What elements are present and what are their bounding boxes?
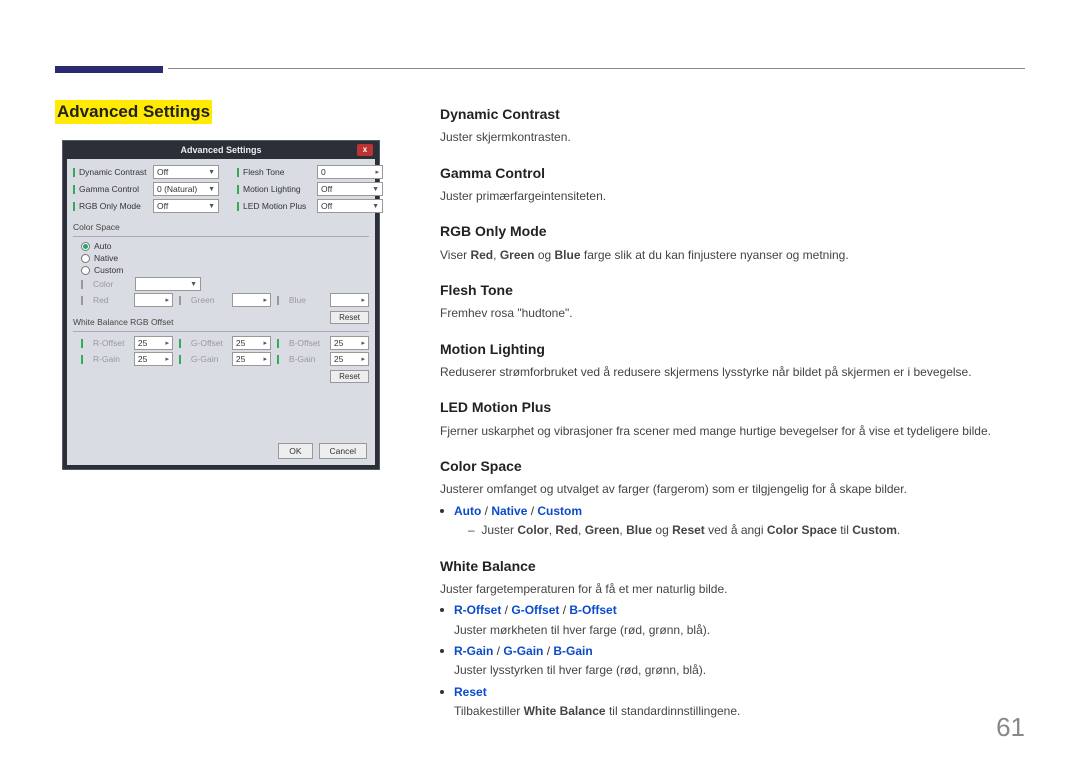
row-wb-gain: R-Gain 25▸ G-Gain 25▸ B-Gain 25▸ bbox=[81, 352, 369, 366]
wb-reset-desc: Tilbakestiller White Balance til standar… bbox=[454, 703, 740, 720]
row-led-motion: LED Motion Plus Off▼ bbox=[237, 199, 383, 213]
section-color-space: Color Space bbox=[73, 222, 369, 232]
bullet-icon bbox=[440, 649, 444, 653]
radio-native[interactable]: Native bbox=[81, 253, 369, 263]
select-r-offset[interactable]: 25▸ bbox=[134, 336, 173, 350]
radio-dot-icon bbox=[81, 242, 90, 251]
bullet-icon bbox=[440, 690, 444, 694]
p-gamma-control: Juster primærfargeintensiteten. bbox=[440, 188, 1020, 205]
h-dynamic-contrast: Dynamic Contrast bbox=[440, 104, 1020, 124]
wb-gain-desc: Juster lysstyrken til hver farge (rød, g… bbox=[454, 662, 706, 679]
advanced-settings-dialog: Advanced Settings x Dynamic Contrast Off… bbox=[62, 140, 380, 470]
select-b-offset[interactable]: 25▸ bbox=[330, 336, 369, 350]
p-flesh-tone: Fremhev rosa "hudtone". bbox=[440, 305, 1020, 322]
radio-auto[interactable]: Auto bbox=[81, 241, 369, 251]
select-g-offset[interactable]: 25▸ bbox=[232, 336, 271, 350]
label-motion-lighting: Motion Lighting bbox=[243, 184, 317, 194]
reset-wb-button[interactable]: Reset bbox=[330, 370, 369, 383]
h-motion-lighting: Motion Lighting bbox=[440, 339, 1020, 359]
content-column: Dynamic Contrast Juster skjermkontrasten… bbox=[440, 100, 1020, 721]
chevron-down-icon: ▼ bbox=[372, 186, 379, 193]
cancel-button[interactable]: Cancel bbox=[319, 443, 367, 459]
h-flesh-tone: Flesh Tone bbox=[440, 280, 1020, 300]
dialog-title: Advanced Settings bbox=[180, 145, 261, 155]
cs-subnote: ‒ Juster Color, Red, Green, Blue og Rese… bbox=[468, 522, 900, 539]
select-gamma-control[interactable]: 0 (Natural)▼ bbox=[153, 182, 219, 196]
chevron-down-icon: ▼ bbox=[208, 186, 215, 193]
label-gamma-control: Gamma Control bbox=[79, 184, 153, 194]
p-rgb-only: Viser Red, Green og Blue farge slik at d… bbox=[440, 247, 1020, 264]
select-cs-green[interactable]: ▸ bbox=[232, 293, 271, 307]
chevron-down-icon: ▼ bbox=[208, 203, 215, 210]
p-white-balance: Juster fargetemperaturen for å få et mer… bbox=[440, 581, 1020, 598]
dialog-body: Dynamic Contrast Off▼ Gamma Control 0 (N… bbox=[67, 159, 375, 465]
row-motion-lighting: Motion Lighting Off▼ bbox=[237, 182, 383, 196]
row-flesh-tone: Flesh Tone 0▸ bbox=[237, 165, 383, 179]
radio-dot-icon bbox=[81, 266, 90, 275]
label-flesh-tone: Flesh Tone bbox=[243, 167, 317, 177]
section-wb: White Balance RGB Offset bbox=[73, 317, 369, 327]
p-color-space: Justerer omfanget og utvalget av farger … bbox=[440, 481, 1020, 498]
header-rule bbox=[168, 68, 1025, 69]
h-gamma-control: Gamma Control bbox=[440, 163, 1020, 183]
row-rgb-only: RGB Only Mode Off▼ bbox=[73, 199, 219, 213]
row-dynamic-contrast: Dynamic Contrast Off▼ bbox=[73, 165, 219, 179]
bullet-icon bbox=[440, 608, 444, 612]
row-cs-color: Color ▼ bbox=[81, 277, 369, 291]
wb-offset-desc: Juster mørkheten til hver farge (rød, gr… bbox=[454, 622, 710, 639]
label-dynamic-contrast: Dynamic Contrast bbox=[79, 167, 153, 177]
close-icon[interactable]: x bbox=[357, 144, 373, 156]
select-r-gain[interactable]: 25▸ bbox=[134, 352, 173, 366]
header-accent-bar bbox=[55, 66, 163, 73]
label-led-motion: LED Motion Plus bbox=[243, 201, 317, 211]
h-rgb-only: RGB Only Mode bbox=[440, 221, 1020, 241]
chevron-down-icon: ▼ bbox=[190, 281, 197, 288]
select-cs-red[interactable]: ▸ bbox=[134, 293, 173, 307]
p-motion-lighting: Reduserer strømforbruket ved å redusere … bbox=[440, 364, 1020, 381]
row-cs-rgb: Red ▸ Green ▸ Blue ▸ bbox=[81, 293, 369, 307]
h-white-balance: White Balance bbox=[440, 556, 1020, 576]
row-wb-offset: R-Offset 25▸ G-Offset 25▸ B-Offset 25▸ bbox=[81, 336, 369, 350]
bullet-wb-offset: R-Offset / G-Offset / B-Offset Juster mø… bbox=[440, 602, 1020, 639]
radio-custom[interactable]: Custom bbox=[81, 265, 369, 275]
select-motion-lighting[interactable]: Off▼ bbox=[317, 182, 383, 196]
p-led-motion-plus: Fjerner uskarphet og vibrasjoner fra sce… bbox=[440, 423, 1020, 440]
select-flesh-tone[interactable]: 0▸ bbox=[317, 165, 383, 179]
bullet-wb-gain: R-Gain / G-Gain / B-Gain Juster lysstyrk… bbox=[440, 643, 1020, 680]
select-cs-blue[interactable]: ▸ bbox=[330, 293, 369, 307]
chevron-down-icon: ▼ bbox=[372, 203, 379, 210]
chevron-down-icon: ▼ bbox=[208, 169, 215, 176]
label-rgb-only: RGB Only Mode bbox=[79, 201, 153, 211]
ok-button[interactable]: OK bbox=[278, 443, 312, 459]
radio-dot-icon bbox=[81, 254, 90, 263]
select-g-gain[interactable]: 25▸ bbox=[232, 352, 271, 366]
page-number: 61 bbox=[996, 712, 1025, 743]
h-color-space: Color Space bbox=[440, 456, 1020, 476]
chevron-right-icon: ▸ bbox=[375, 168, 379, 176]
select-rgb-only[interactable]: Off▼ bbox=[153, 199, 219, 213]
select-dynamic-contrast[interactable]: Off▼ bbox=[153, 165, 219, 179]
select-cs-color[interactable]: ▼ bbox=[135, 277, 201, 291]
reset-cs-button[interactable]: Reset bbox=[330, 311, 369, 324]
bullet-cs-options: Auto / Native / Custom ‒ Juster Color, R… bbox=[440, 503, 1020, 540]
bullet-wb-reset: Reset Tilbakestiller White Balance til s… bbox=[440, 684, 1020, 721]
dialog-title-bar: Advanced Settings x bbox=[63, 141, 379, 159]
select-b-gain[interactable]: 25▸ bbox=[330, 352, 369, 366]
h-led-motion-plus: LED Motion Plus bbox=[440, 397, 1020, 417]
p-dynamic-contrast: Juster skjermkontrasten. bbox=[440, 129, 1020, 146]
bullet-icon bbox=[440, 509, 444, 513]
page-heading: Advanced Settings bbox=[55, 100, 212, 124]
select-led-motion[interactable]: Off▼ bbox=[317, 199, 383, 213]
row-gamma-control: Gamma Control 0 (Natural)▼ bbox=[73, 182, 219, 196]
